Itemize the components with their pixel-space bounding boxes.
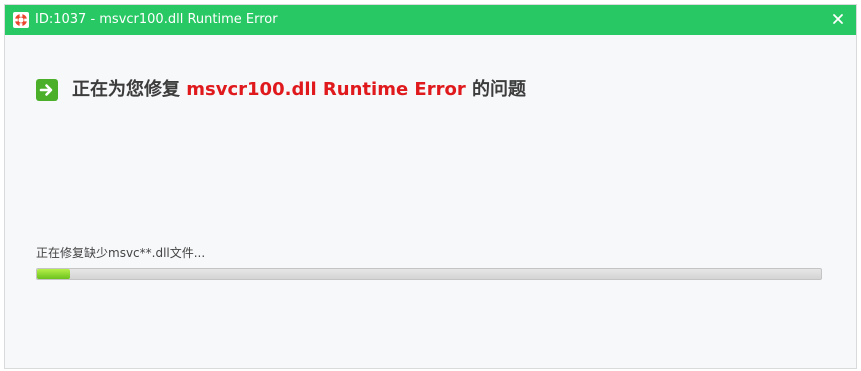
- lifebuoy-icon: [13, 12, 29, 28]
- heading-prefix: 正在为您修复: [72, 79, 180, 100]
- repair-window: ID:1037 - msvcr100.dll Runtime Error 正在为…: [4, 4, 857, 369]
- progress-bar: [36, 268, 822, 280]
- window-title: ID:1037 - msvcr100.dll Runtime Error: [35, 12, 278, 27]
- error-name: msvcr100.dll Runtime Error: [186, 79, 466, 100]
- heading-suffix: 的问题: [472, 79, 527, 100]
- arrow-right-icon: [36, 79, 58, 101]
- heading-text: 正在为您修复 msvcr100.dll Runtime Error 的问题: [72, 77, 526, 103]
- close-icon[interactable]: [830, 11, 846, 27]
- title-bar[interactable]: ID:1037 - msvcr100.dll Runtime Error: [5, 5, 856, 35]
- progress-fill: [37, 269, 70, 279]
- status-text: 正在修复缺少msvc**.dll文件...: [36, 246, 206, 260]
